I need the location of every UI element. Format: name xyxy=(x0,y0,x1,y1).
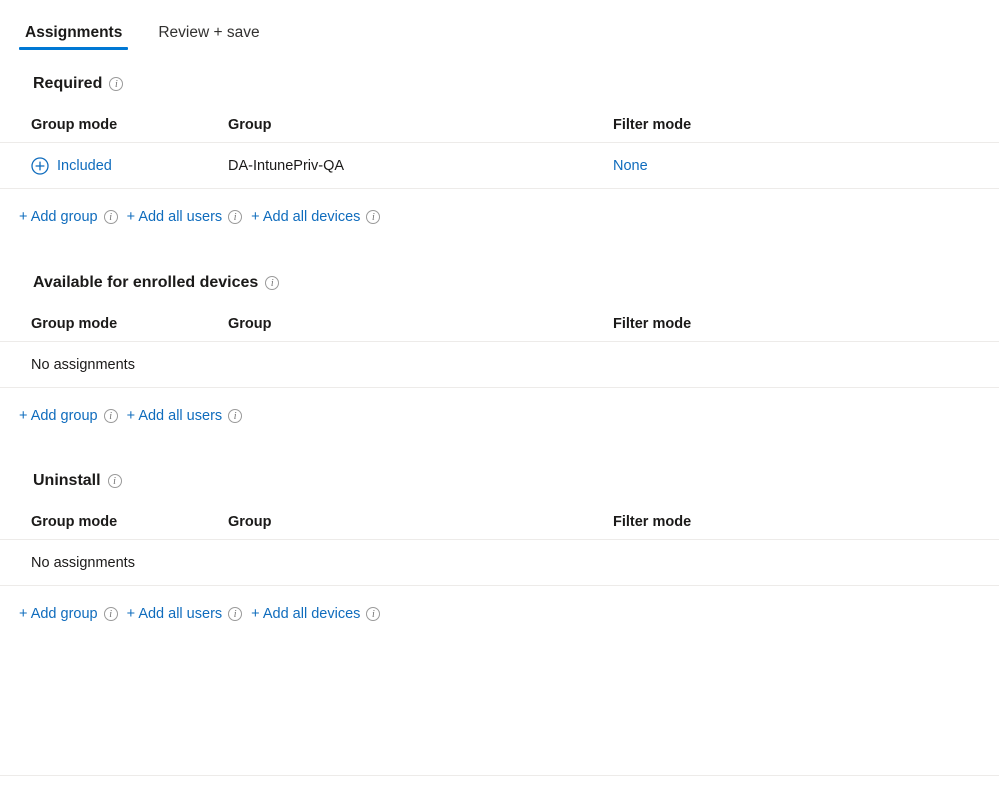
assignments-table-required: Group mode Group Filter mode Included DA… xyxy=(0,117,999,189)
table-row: No assignments xyxy=(0,341,999,388)
column-header-filter-mode: Filter mode xyxy=(613,117,999,143)
tab-strip: Assignments Review + save xyxy=(0,0,999,54)
info-icon[interactable]: i xyxy=(103,607,118,621)
table-row: Included DA-IntunePriv-QA None xyxy=(0,142,999,189)
actions-required: + Add group i + Add all users i + Add al… xyxy=(0,208,999,226)
info-icon[interactable]: i xyxy=(265,276,280,290)
section-available-title-text: Available for enrolled devices xyxy=(33,274,259,291)
info-icon[interactable]: i xyxy=(103,409,118,423)
add-group-link[interactable]: + Add group i xyxy=(19,208,118,226)
no-assignments-text: No assignments xyxy=(0,341,999,388)
info-icon[interactable]: i xyxy=(366,607,381,621)
cell-filter-mode: None xyxy=(613,142,999,189)
plus-circle-icon xyxy=(31,156,49,175)
info-icon[interactable]: i xyxy=(228,210,243,224)
filter-mode-link[interactable]: None xyxy=(613,158,648,174)
add-group-link[interactable]: + Add group i xyxy=(19,407,118,425)
column-header-group-mode: Group mode xyxy=(0,316,228,342)
info-icon[interactable]: i xyxy=(228,409,243,423)
table-header-row: Group mode Group Filter mode xyxy=(0,316,999,342)
table-header-row: Group mode Group Filter mode xyxy=(0,117,999,143)
info-icon[interactable]: i xyxy=(103,210,118,224)
add-all-devices-link[interactable]: + Add all devices i xyxy=(251,605,381,623)
add-all-users-link[interactable]: + Add all users i xyxy=(127,605,243,623)
add-all-users-link[interactable]: + Add all users i xyxy=(127,407,243,425)
add-group-link[interactable]: + Add group i xyxy=(19,605,118,623)
section-uninstall-title: Uninstall i xyxy=(0,471,999,491)
table-header-row: Group mode Group Filter mode xyxy=(0,514,999,540)
section-uninstall-title-text: Uninstall xyxy=(33,472,101,489)
cell-group-mode: Included xyxy=(0,142,228,189)
tab-review-save[interactable]: Review + save xyxy=(152,23,265,54)
tab-assignments-label: Assignments xyxy=(25,24,123,41)
info-icon[interactable]: i xyxy=(107,474,122,488)
column-header-group: Group xyxy=(228,316,613,342)
section-uninstall: Uninstall i Group mode Group Filter mode… xyxy=(0,471,999,623)
section-required: Required i Group mode Group Filter mode xyxy=(0,74,999,226)
section-required-title: Required i xyxy=(0,74,999,94)
info-icon[interactable]: i xyxy=(228,607,243,621)
section-required-title-text: Required xyxy=(33,75,103,92)
info-icon[interactable]: i xyxy=(366,210,381,224)
column-header-group: Group xyxy=(228,117,613,143)
info-icon[interactable]: i xyxy=(109,77,124,91)
column-header-filter-mode: Filter mode xyxy=(613,316,999,342)
add-all-devices-link[interactable]: + Add all devices i xyxy=(251,208,381,226)
actions-uninstall: + Add group i + Add all users i + Add al… xyxy=(0,605,999,623)
assignments-table-uninstall: Group mode Group Filter mode No assignme… xyxy=(0,514,999,586)
column-header-group-mode: Group mode xyxy=(0,117,228,143)
tab-review-save-label: Review + save xyxy=(158,24,260,41)
actions-available: + Add group i + Add all users i xyxy=(0,407,999,425)
assignments-table-available: Group mode Group Filter mode No assignme… xyxy=(0,316,999,388)
table-row: No assignments xyxy=(0,539,999,586)
cell-group: DA-IntunePriv-QA xyxy=(228,142,613,189)
section-available-title: Available for enrolled devices i xyxy=(0,273,999,293)
no-assignments-text: No assignments xyxy=(0,539,999,586)
add-all-users-link[interactable]: + Add all users i xyxy=(127,208,243,226)
bottom-divider xyxy=(0,775,999,776)
column-header-group-mode: Group mode xyxy=(0,514,228,540)
column-header-group: Group xyxy=(228,514,613,540)
group-mode-value[interactable]: Included xyxy=(57,158,112,174)
section-available-for-enrolled-devices: Available for enrolled devices i Group m… xyxy=(0,273,999,425)
column-header-filter-mode: Filter mode xyxy=(613,514,999,540)
tab-assignments[interactable]: Assignments xyxy=(19,23,129,54)
